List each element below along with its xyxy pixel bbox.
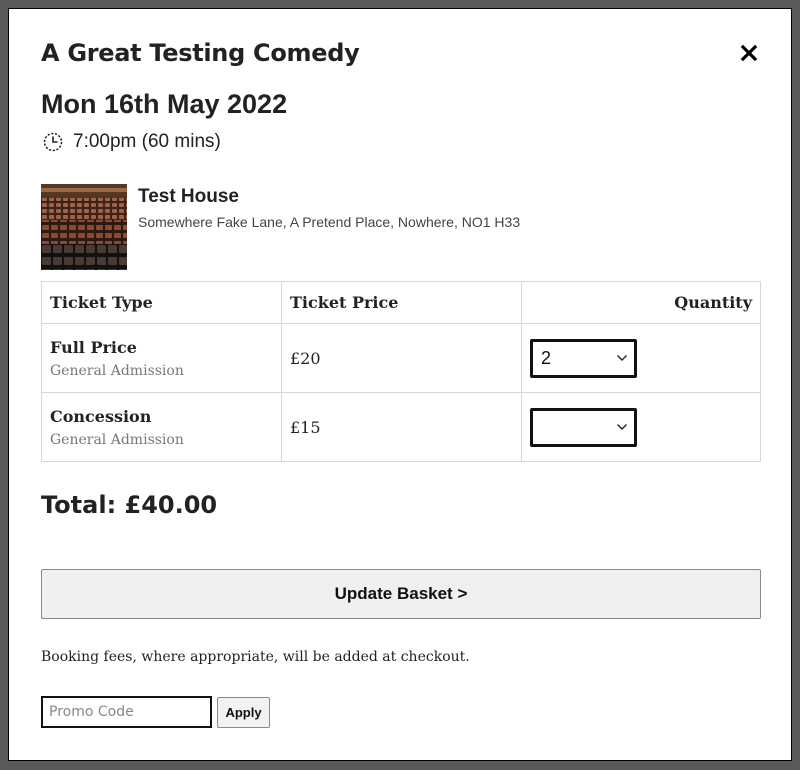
event-time: 7:00pm (60 mins) [73,131,221,152]
update-basket-button[interactable]: Update Basket > [41,569,761,619]
chevron-down-icon [617,355,627,361]
table-row: Concession General Admission £15 [41,392,761,462]
venue-address: Somewhere Fake Lane, A Pretend Place, No… [138,214,521,230]
apply-promo-button[interactable]: Apply [217,697,270,728]
quantity-cell: 2 [521,323,761,393]
ticket-modal: A Great Testing Comedy Mon 16th May 2022… [8,8,792,761]
event-time-row: 7:00pm (60 mins) [43,131,221,153]
chevron-down-icon [617,424,627,430]
ticket-price-cell: £20 [281,323,522,393]
ticket-type-cell: Concession General Admission [41,392,282,462]
ticket-price-cell: £15 [281,392,522,462]
close-icon [740,44,758,62]
booking-fees-note: Booking fees, where appropriate, will be… [41,649,470,665]
event-date: Mon 16th May 2022 [41,89,288,119]
event-title: A Great Testing Comedy [41,39,360,67]
ticket-type-sub: General Admission [50,431,184,448]
venue-image [41,184,127,270]
quantity-cell [521,392,761,462]
quantity-select-full-price[interactable]: 2 [530,338,637,378]
ticket-price: £15 [290,417,321,437]
header-ticket-type: Ticket Type [41,281,282,324]
close-button[interactable] [739,43,759,63]
header-ticket-price: Ticket Price [281,281,522,324]
header-quantity: Quantity [521,281,761,324]
ticket-type-sub: General Admission [50,362,184,379]
order-total: Total: £40.00 [41,491,218,519]
ticket-type-name: Full Price [50,337,137,357]
table-row: Full Price General Admission £20 2 [41,323,761,393]
ticket-type-cell: Full Price General Admission [41,323,282,393]
venue-name: Test House [138,186,240,207]
quantity-value: 2 [541,347,552,368]
table-header-row: Ticket Type Ticket Price Quantity [41,281,761,324]
ticket-type-name: Concession [50,406,152,426]
tickets-table: Ticket Type Ticket Price Quantity Full P… [41,281,761,462]
venue-info: Test House Somewhere Fake Lane, A Preten… [41,184,520,270]
ticket-price: £20 [290,348,321,368]
quantity-select-concession[interactable] [530,407,637,447]
promo-code-input[interactable] [41,696,212,728]
clock-icon [43,132,63,152]
